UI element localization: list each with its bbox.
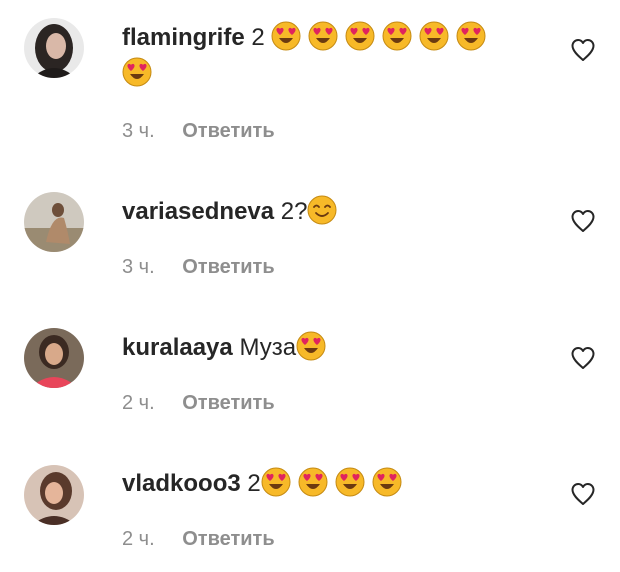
comment-meta: 2 ч. Ответить <box>122 392 275 415</box>
heart-eyes-emoji-icon <box>261 467 291 497</box>
avatar[interactable] <box>24 465 84 525</box>
heart-eyes-emoji-icon <box>382 21 412 51</box>
smiling-face-emoji-icon <box>307 195 337 225</box>
heart-eyes-emoji-icon <box>335 467 365 497</box>
comment-text-line: variasedneva 2? <box>122 194 542 230</box>
comment-text-line: flamingrife 2 <box>122 20 542 56</box>
comment-meta: 2 ч. Ответить <box>122 528 275 551</box>
like-heart-icon[interactable] <box>570 209 596 233</box>
reply-button[interactable]: Ответить <box>182 528 274 551</box>
comment-item: kuralaaya Муза 2 ч. Ответить <box>0 290 620 430</box>
comment-meta: 3 ч. Ответить <box>122 256 275 279</box>
comment-username[interactable]: flamingrife <box>122 24 245 51</box>
avatar[interactable] <box>24 192 84 252</box>
like-heart-icon[interactable] <box>570 38 596 62</box>
comment-item: vladkooo3 2 2 ч. Ответить <box>0 430 620 572</box>
comment-meta: 3 ч. Ответить <box>122 120 275 143</box>
comment-item: flamingrife 2 3 ч. Ответить <box>0 0 620 150</box>
heart-eyes-emoji-icon <box>271 21 301 51</box>
comment-text: Муза <box>239 334 297 361</box>
reply-button[interactable]: Ответить <box>182 120 274 143</box>
avatar[interactable] <box>24 328 84 388</box>
heart-eyes-emoji-icon <box>122 57 152 87</box>
comment-text: 2 <box>251 24 265 51</box>
comment-text-line <box>122 56 542 92</box>
comment-username[interactable]: kuralaaya <box>122 334 233 361</box>
like-heart-icon[interactable] <box>570 482 596 506</box>
reply-button[interactable]: Ответить <box>182 392 274 415</box>
reply-button[interactable]: Ответить <box>182 256 274 279</box>
comment-list: flamingrife 2 3 ч. Ответить variasedneva… <box>0 0 620 572</box>
comment-time: 2 ч. <box>122 528 155 550</box>
comment-text: 2? <box>280 198 308 225</box>
heart-eyes-emoji-icon <box>419 21 449 51</box>
like-heart-icon[interactable] <box>570 346 596 370</box>
comment-time: 2 ч. <box>122 392 155 414</box>
comment-username[interactable]: variasedneva <box>122 198 274 225</box>
heart-eyes-emoji-icon <box>308 21 338 51</box>
avatar[interactable] <box>24 18 84 78</box>
heart-eyes-emoji-icon <box>345 21 375 51</box>
comment-text-line: kuralaaya Муза <box>122 330 542 366</box>
heart-eyes-emoji-icon <box>296 331 326 361</box>
comment-text-line: vladkooo3 2 <box>122 466 542 502</box>
comment-username[interactable]: vladkooo3 <box>122 470 241 497</box>
heart-eyes-emoji-icon <box>298 467 328 497</box>
comment-text: 2 <box>247 470 261 497</box>
comment-time: 3 ч. <box>122 256 155 278</box>
comment-time: 3 ч. <box>122 120 155 142</box>
heart-eyes-emoji-icon <box>372 467 402 497</box>
comment-item: variasedneva 2? 3 ч. Ответить <box>0 150 620 290</box>
heart-eyes-emoji-icon <box>456 21 486 51</box>
